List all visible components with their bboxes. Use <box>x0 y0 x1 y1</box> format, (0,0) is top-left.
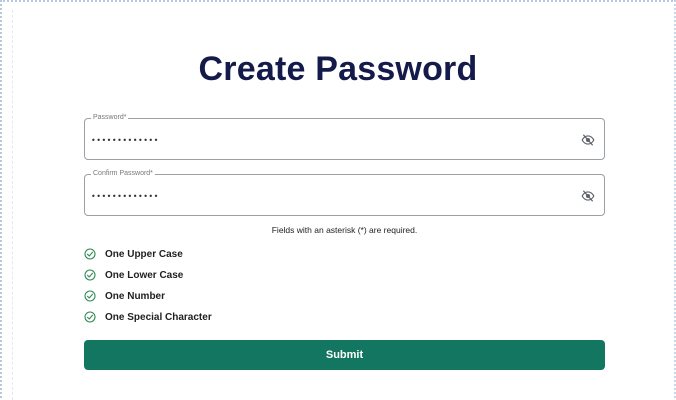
rule-item-number: One Number <box>84 289 165 303</box>
eye-off-icon[interactable] <box>581 189 595 203</box>
submit-button[interactable]: Submit <box>84 340 605 370</box>
page-title: Create Password <box>198 50 478 88</box>
eye-off-icon[interactable] <box>581 133 595 147</box>
rule-item-uppercase: One Upper Case <box>84 247 183 261</box>
check-circle-icon <box>84 248 96 260</box>
rule-label: One Lower Case <box>105 269 184 281</box>
confirm-password-field[interactable]: Confirm Password* <box>84 169 605 216</box>
password-input[interactable] <box>91 132 561 148</box>
check-circle-icon <box>84 311 96 323</box>
required-fields-hint: Fields with an asterisk (*) are required… <box>271 225 418 235</box>
rule-label: One Upper Case <box>105 248 183 260</box>
confirm-password-input[interactable] <box>91 188 561 204</box>
password-label: Password* <box>91 113 129 123</box>
check-circle-icon <box>84 269 96 281</box>
rule-item-lowercase: One Lower Case <box>84 268 183 282</box>
rule-label: One Special Character <box>105 311 212 323</box>
password-field[interactable]: Password* <box>84 113 605 160</box>
check-circle-icon <box>84 290 96 302</box>
rule-item-special-character: One Special Character <box>84 310 212 324</box>
rule-label: One Number <box>105 290 166 302</box>
confirm-password-label: Confirm Password* <box>91 169 155 179</box>
